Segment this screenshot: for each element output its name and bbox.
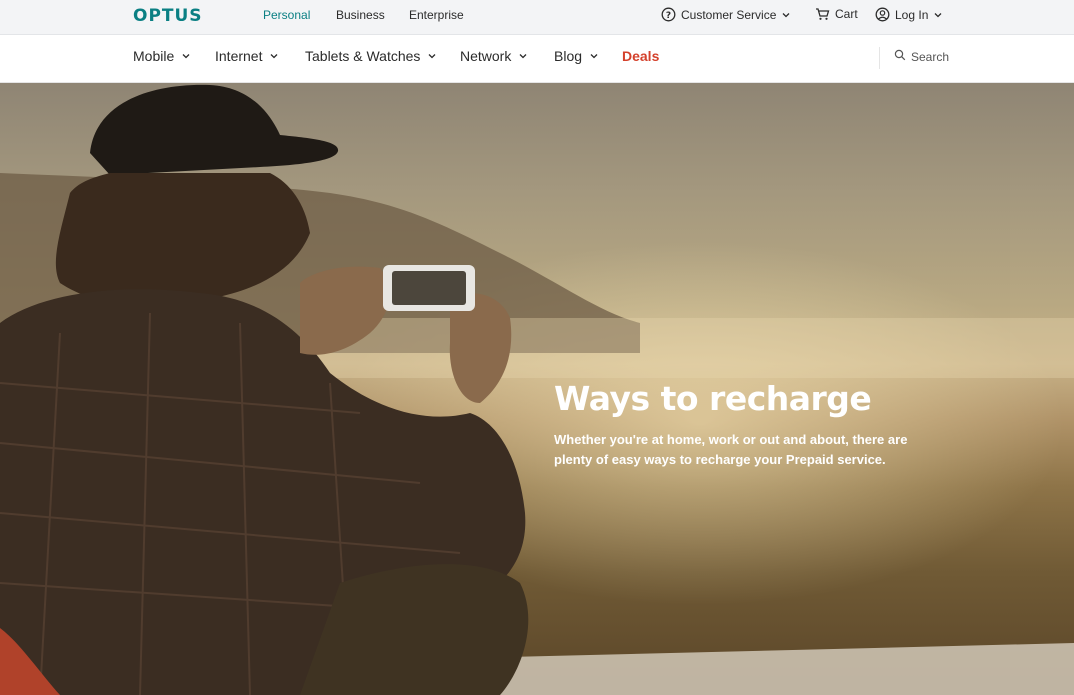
chevron-down-icon — [181, 48, 191, 64]
search-icon — [894, 49, 906, 64]
nav-item-label: Blog — [554, 48, 583, 64]
cart-icon — [815, 7, 830, 21]
nav-item-blog[interactable]: Blog — [554, 48, 599, 64]
segment-enterprise[interactable]: Enterprise — [409, 8, 464, 22]
nav-item-label: Tablets & Watches — [305, 48, 421, 64]
nav-item-mobile[interactable]: Mobile — [133, 48, 191, 64]
hero-banner: Ways to recharge Whether you're at home,… — [0, 83, 1074, 695]
hero-image — [0, 84, 1074, 695]
customer-service-label: Customer Service — [681, 7, 777, 22]
chevron-down-icon — [518, 48, 528, 64]
main-nav: Mobile Internet Tablets & Watches Networ… — [0, 35, 1074, 83]
login-label: Log In — [895, 7, 929, 22]
chevron-down-icon — [589, 48, 599, 64]
nav-item-label: Network — [460, 48, 512, 64]
segment-business[interactable]: Business — [336, 8, 385, 22]
nav-divider — [879, 47, 880, 69]
hero-description: Whether you're at home, work or out and … — [554, 432, 908, 467]
login-menu[interactable]: Log In — [875, 7, 943, 22]
svg-text:?: ? — [666, 11, 671, 21]
help-icon: ? — [661, 7, 676, 22]
cart-label: Cart — [835, 7, 858, 21]
nav-item-internet[interactable]: Internet — [215, 48, 279, 64]
nav-item-tablets-watches[interactable]: Tablets & Watches — [305, 48, 437, 64]
chevron-down-icon — [427, 48, 437, 64]
nav-item-label: Internet — [215, 48, 263, 64]
chevron-down-icon — [933, 10, 943, 20]
utility-bar: OPTUS Personal Business Enterprise ? Cus… — [0, 0, 1074, 35]
chevron-down-icon — [269, 48, 279, 64]
customer-service-menu[interactable]: ? Customer Service — [661, 7, 791, 22]
hero-title: Ways to recharge — [554, 379, 872, 418]
search-button[interactable]: Search — [894, 49, 949, 64]
nav-item-network[interactable]: Network — [460, 48, 528, 64]
optus-logo[interactable]: OPTUS — [133, 6, 203, 26]
user-icon — [875, 7, 890, 22]
cart-link[interactable]: Cart — [815, 7, 858, 21]
nav-item-label: Mobile — [133, 48, 175, 64]
nav-item-label: Deals — [622, 48, 660, 64]
chevron-down-icon — [781, 10, 791, 20]
nav-item-deals[interactable]: Deals — [622, 48, 659, 64]
search-label: Search — [911, 49, 950, 64]
segment-personal[interactable]: Personal — [263, 8, 310, 22]
